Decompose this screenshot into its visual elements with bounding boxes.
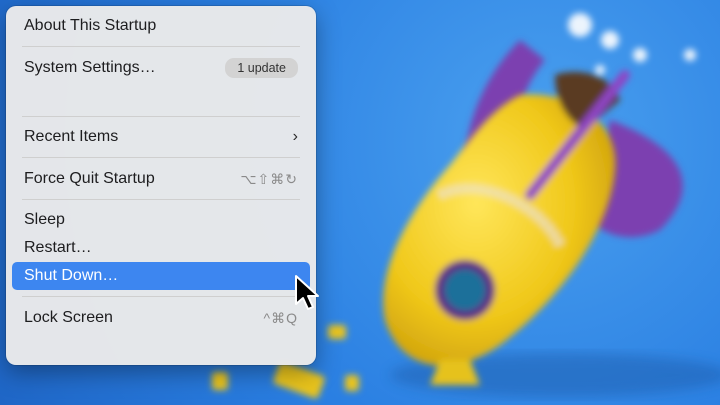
menu-separator <box>22 116 300 117</box>
menu-item-shut-down-label: Shut Down… <box>24 267 119 284</box>
menu-item-recent-items-label: Recent Items <box>24 128 119 145</box>
menu-item-force-quit-label: Force Quit Startup <box>24 170 155 187</box>
menu-separator <box>22 199 300 200</box>
pointer-cursor-icon <box>295 275 319 310</box>
menu-separator <box>22 296 300 297</box>
menu-item-lock-screen-label: Lock Screen <box>24 309 113 326</box>
force-quit-shortcut: ⌥⇧⌘↻ <box>240 170 298 187</box>
menu-item-about-label: About This Startup <box>24 17 157 34</box>
menu-item-recent-items[interactable]: Recent Items › <box>12 123 310 151</box>
menu-item-system-settings[interactable]: System Settings… 1 update <box>12 54 310 82</box>
menu-item-system-settings-label: System Settings… <box>24 59 156 76</box>
menu-item-restart[interactable]: Restart… <box>12 234 310 262</box>
menu-item-sleep-label: Sleep <box>24 211 65 228</box>
menu-separator <box>22 46 300 47</box>
update-badge: 1 update <box>225 58 298 78</box>
menu-item-sleep[interactable]: Sleep <box>12 206 310 234</box>
menu-item-restart-label: Restart… <box>24 239 92 256</box>
menu-item-about[interactable]: About This Startup <box>12 12 310 40</box>
menu-item-shut-down[interactable]: Shut Down… <box>12 262 310 290</box>
menu-separator <box>22 157 300 158</box>
lock-screen-shortcut: ^⌘Q <box>263 309 298 326</box>
apple-menu: About This Startup System Settings… 1 up… <box>6 6 316 365</box>
menu-item-force-quit[interactable]: Force Quit Startup ⌥⇧⌘↻ <box>12 165 310 193</box>
menu-item-lock-screen[interactable]: Lock Screen ^⌘Q <box>12 304 310 332</box>
chevron-right-icon: › <box>292 128 298 145</box>
